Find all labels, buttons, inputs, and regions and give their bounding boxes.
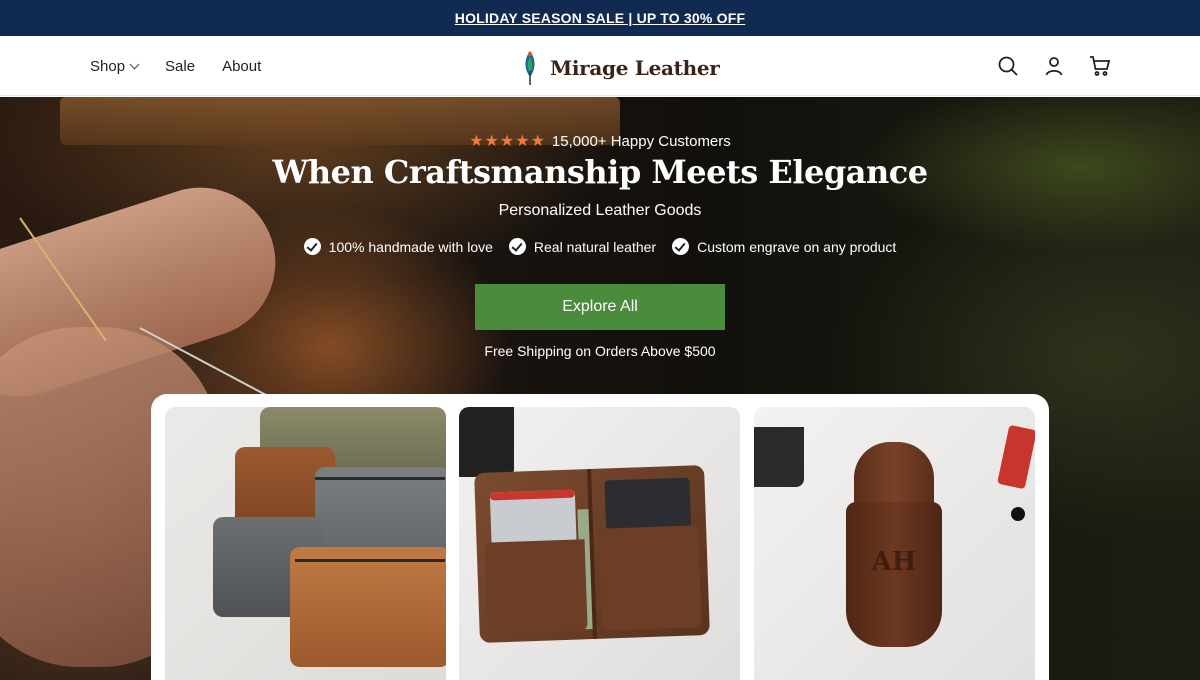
nav-item-label: About — [222, 57, 262, 75]
product-card-cigar-case[interactable]: AH — [754, 407, 1035, 680]
main-nav: Shop Sale About — [90, 36, 261, 96]
engraving-monogram: AH — [871, 547, 917, 577]
product-image — [459, 407, 514, 477]
account-icon[interactable] — [1042, 54, 1066, 78]
announcement-bar: HOLIDAY SEASON SALE | UP TO 30% OFF — [0, 0, 1200, 36]
hero-section: ★★★★★ 15,000+ Happy Customers When Craft… — [0, 97, 1200, 680]
brand-name: Mirage Leather — [550, 56, 720, 80]
feature-label: Real natural leather — [533, 238, 657, 255]
nav-item-about[interactable]: About — [222, 58, 261, 75]
check-circle-icon — [303, 238, 321, 255]
chevron-down-icon — [129, 59, 140, 69]
product-image — [754, 427, 804, 487]
feature-label: 100% handmade with love — [328, 238, 493, 255]
brand-logo[interactable]: Mirage Leather — [522, 51, 720, 85]
nav-item-label: Shop — [90, 57, 126, 75]
product-image — [997, 424, 1035, 490]
product-card-wallet[interactable] — [459, 407, 740, 680]
product-image — [290, 547, 446, 667]
product-image — [484, 539, 588, 635]
zipper-detail — [295, 559, 445, 562]
nav-item-label: Sale — [165, 57, 196, 75]
feature-item: Custom engrave on any product — [672, 238, 896, 255]
hero-headline: When Craftsmanship Meets Elegance — [272, 153, 928, 191]
product-image — [474, 465, 710, 643]
zipper-detail — [315, 477, 445, 480]
feature-item: 100% handmade with love — [303, 238, 493, 255]
hero-subheadline: Personalized Leather Goods — [498, 202, 702, 219]
announcement-link[interactable]: HOLIDAY SEASON SALE | UP TO 30% OFF — [455, 10, 745, 26]
site-header: Shop Sale About Mirage Leather — [0, 36, 1200, 96]
check-circle-icon — [672, 238, 690, 255]
search-icon[interactable] — [996, 54, 1020, 78]
star-rating-icon: ★★★★★ — [469, 133, 546, 150]
product-card-dopp-kit[interactable] — [165, 407, 446, 680]
feature-item: Real natural leather — [508, 238, 657, 255]
product-panel: AH — [151, 394, 1049, 680]
feature-list: 100% handmade with love Real natural lea… — [0, 238, 1200, 255]
feature-label: Custom engrave on any product — [697, 238, 897, 255]
feather-logo-icon — [525, 51, 535, 85]
rating-text: 15,000+ Happy Customers — [551, 132, 731, 150]
rating-row: ★★★★★ 15,000+ Happy Customers — [0, 131, 1200, 151]
nav-item-shop[interactable]: Shop — [90, 57, 140, 75]
check-circle-icon — [508, 238, 526, 255]
cart-icon[interactable] — [1088, 54, 1112, 78]
product-image — [1011, 507, 1025, 521]
explore-all-button[interactable]: Explore All — [475, 284, 725, 330]
nav-item-sale[interactable]: Sale — [165, 58, 195, 75]
header-icons — [996, 54, 1112, 78]
product-image — [598, 525, 702, 631]
shipping-note: Free Shipping on Orders Above $500 — [484, 343, 716, 359]
